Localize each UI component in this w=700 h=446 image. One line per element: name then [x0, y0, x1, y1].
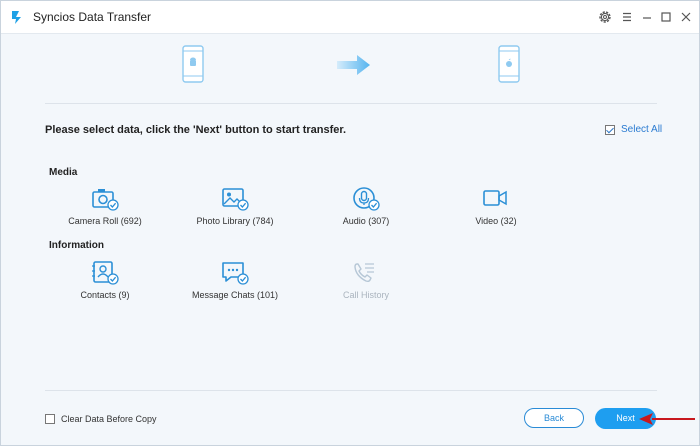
- item-label: Photo Library (784): [196, 216, 274, 226]
- info-item-call-history[interactable]: Call History: [316, 260, 416, 300]
- iphone-icon: [498, 45, 520, 83]
- checkbox-unchecked-icon[interactable]: [45, 414, 55, 424]
- media-item-photo-library[interactable]: Photo Library (784): [185, 186, 285, 226]
- call-history-icon: [354, 263, 374, 283]
- media-item-camera-roll[interactable]: Camera Roll (692): [55, 186, 155, 226]
- select-all-label[interactable]: Select All: [621, 124, 662, 135]
- divider-bottom: [45, 390, 657, 391]
- item-label: Contacts (9): [80, 290, 130, 300]
- instruction-text: Please select data, click the 'Next' but…: [45, 124, 347, 136]
- minimize-icon[interactable]: [639, 9, 655, 25]
- photo-icon: [222, 188, 249, 211]
- device-transfer-header: [2, 35, 698, 103]
- item-label: Call History: [342, 290, 389, 300]
- divider-top: [45, 103, 657, 104]
- maximize-icon[interactable]: [658, 9, 674, 25]
- android-phone-icon: [182, 45, 204, 83]
- media-item-video[interactable]: Video (32): [446, 186, 546, 226]
- window-title: Syncios Data Transfer: [33, 10, 152, 24]
- item-label: Video (32): [475, 216, 517, 226]
- item-label: Audio (307): [342, 216, 390, 226]
- camera-icon: [92, 189, 119, 211]
- info-item-contacts[interactable]: Contacts (9): [55, 260, 155, 300]
- item-label: Camera Roll (692): [68, 216, 142, 226]
- annotation-arrow-icon: [639, 413, 695, 425]
- item-label: Message Chats (101): [191, 290, 279, 300]
- close-icon[interactable]: [678, 9, 694, 25]
- select-all-checkbox[interactable]: Select All: [605, 124, 662, 135]
- clear-data-label[interactable]: Clear Data Before Copy: [61, 414, 157, 424]
- menu-icon[interactable]: [619, 9, 635, 25]
- message-icon: [222, 262, 249, 285]
- video-camera-icon: [483, 190, 507, 206]
- back-button[interactable]: Back: [524, 408, 584, 428]
- checkbox-checked-icon[interactable]: [605, 124, 615, 135]
- settings-icon[interactable]: [597, 9, 613, 25]
- contacts-icon: [92, 261, 119, 285]
- title-bar: Syncios Data Transfer: [1, 1, 699, 34]
- section-title-information: Information: [49, 240, 104, 251]
- info-item-message-chats[interactable]: Message Chats (101): [185, 260, 285, 300]
- section-title-media: Media: [49, 167, 78, 178]
- syncios-logo-icon: [12, 11, 21, 24]
- clear-data-checkbox[interactable]: Clear Data Before Copy: [45, 414, 157, 424]
- microphone-icon: [353, 187, 380, 211]
- media-item-audio[interactable]: Audio (307): [316, 186, 416, 226]
- transfer-arrow-icon: [337, 55, 370, 75]
- app-window: Syncios Data Transfer Please select data…: [0, 0, 700, 446]
